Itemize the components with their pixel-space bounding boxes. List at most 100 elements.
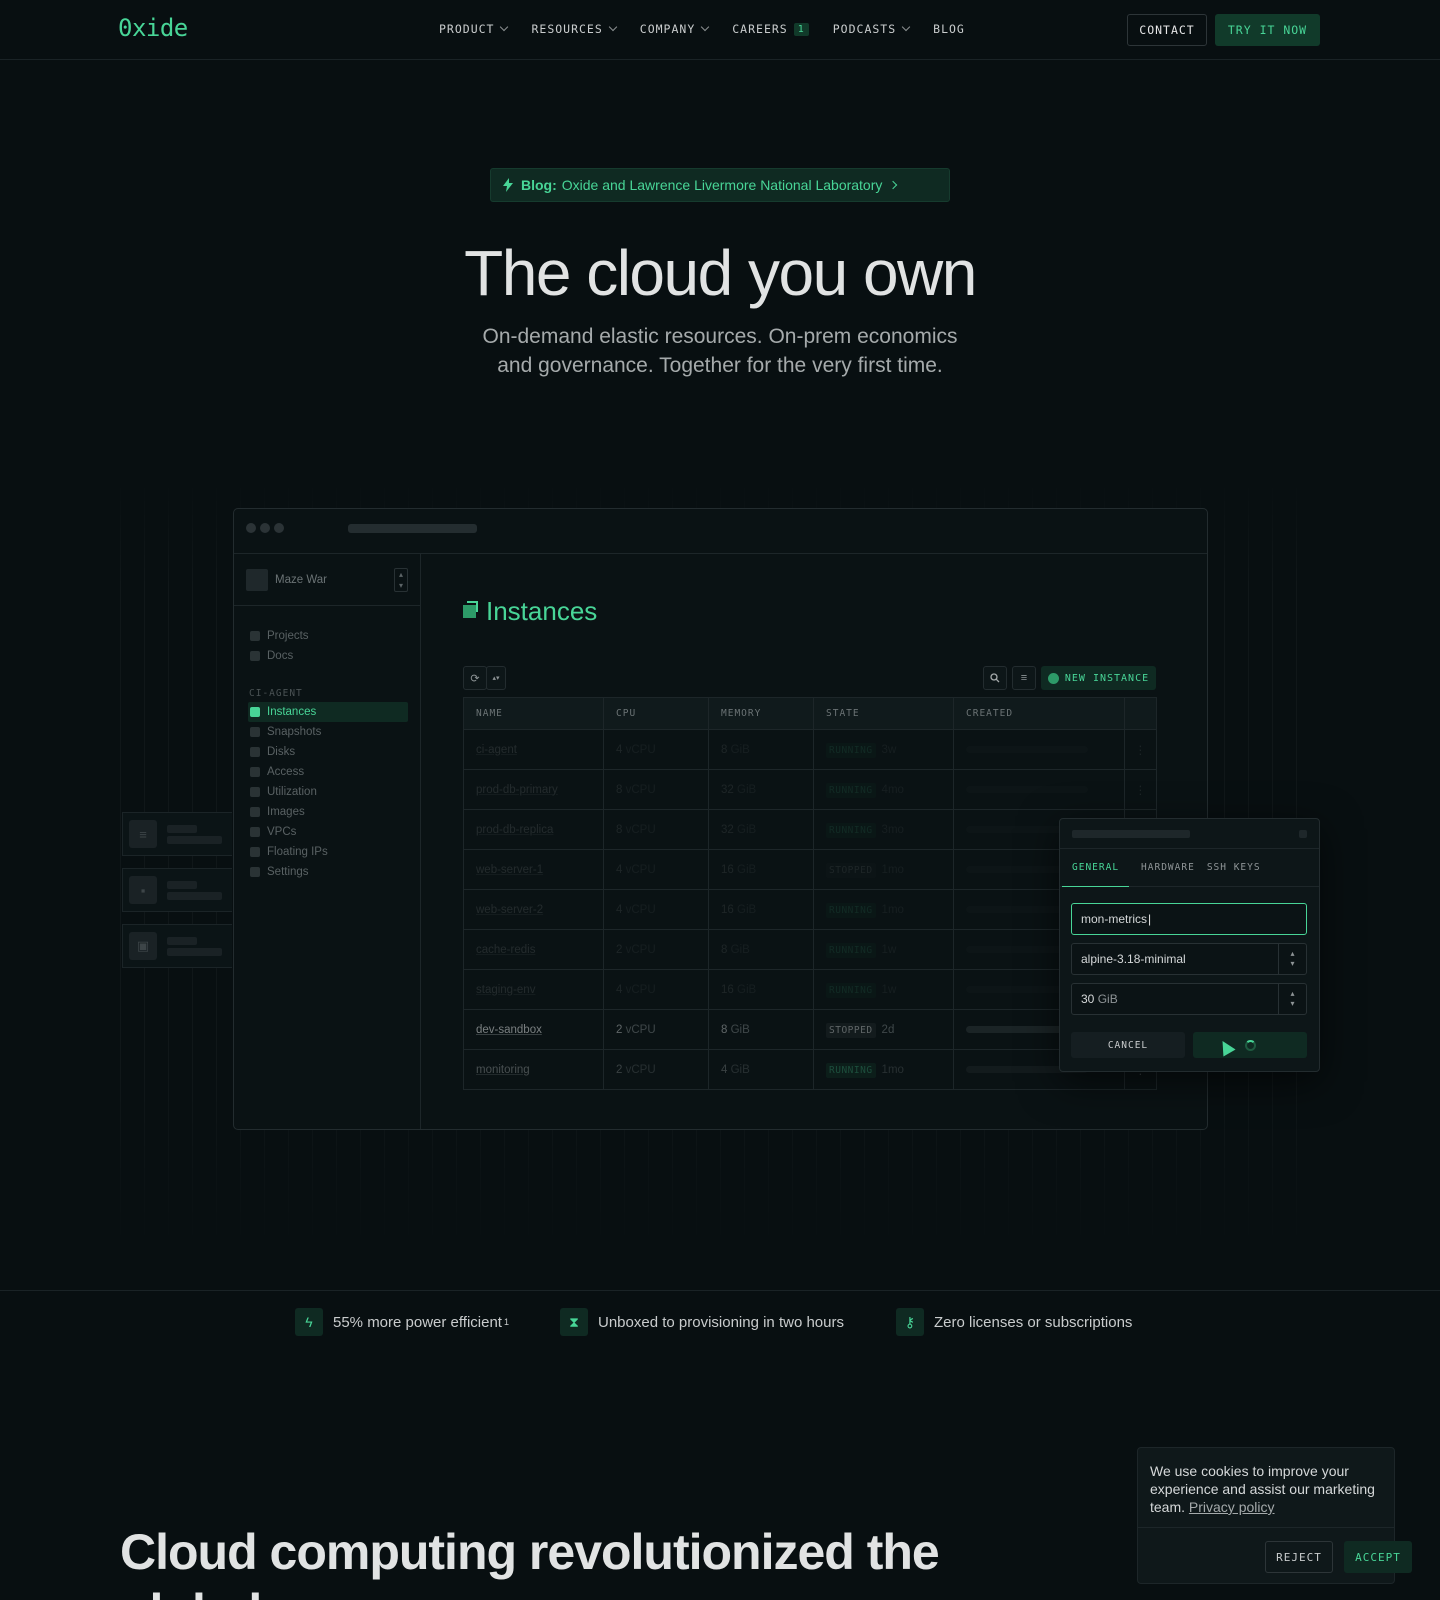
access-icon (250, 767, 260, 777)
status-badge: STOPPED (826, 862, 876, 878)
accept-cookies-button[interactable]: ACCEPT (1344, 1541, 1412, 1573)
footnote-marker[interactable]: 1 (504, 1317, 509, 1327)
hero-subtitle-line-1: On-demand elastic resources. On-prem eco… (482, 325, 958, 348)
nav-company[interactable]: COMPANY (639, 22, 710, 36)
sidebar-item-projects[interactable]: Projects (234, 626, 420, 646)
hero-title: The cloud you own (464, 237, 977, 309)
try-it-now-button[interactable]: TRY IT NOW (1215, 14, 1320, 46)
cpu-unit: vCPU (625, 903, 656, 916)
instance-name-link[interactable]: prod-db-replica (463, 809, 604, 850)
stepper-arrows-icon[interactable]: ▴ ▾ (1278, 984, 1306, 1014)
table-row[interactable]: web-server-24 vCPU16 GiBRUNNING1mo⋮ (463, 889, 1157, 930)
table-row[interactable]: monitoring2 vCPU4 GiBRUNNING1mo⋮ (463, 1049, 1157, 1090)
instance-name-input[interactable]: mon-metrics | (1071, 903, 1307, 935)
instance-name-value: mon-metrics (1081, 912, 1148, 926)
disk-size-stepper[interactable]: 30 GiB ▴ ▾ (1071, 983, 1307, 1015)
oxide-logo[interactable]: 0xide (118, 14, 188, 42)
table-row[interactable]: web-server-14 vCPU16 GiBSTOPPED1mo⋮ (463, 849, 1157, 890)
instance-name-link[interactable]: cache-redis (463, 929, 604, 970)
created-placeholder (966, 785, 1088, 793)
new-instance-button[interactable]: NEW INSTANCE (1041, 666, 1156, 690)
search-icon (990, 673, 1000, 683)
loading-spinner-icon (1244, 1039, 1256, 1051)
nav-careers[interactable]: CAREERS 1 (732, 22, 809, 36)
column-header[interactable]: CREATED (953, 697, 1125, 730)
image-select[interactable]: alpine-3.18-minimal ▴ ▾ (1071, 943, 1307, 975)
sidebar-item-utilization[interactable]: Utilization (234, 782, 420, 802)
sidebar-item-access[interactable]: Access (234, 762, 420, 782)
nav-company-label: COMPANY (639, 22, 696, 36)
column-header[interactable]: CPU (603, 697, 709, 730)
blog-announcement-link[interactable]: Blog: Oxide and Lawrence Livermore Natio… (490, 168, 950, 202)
sidebar-item-docs[interactable]: Docs (234, 646, 420, 666)
memory-unit: GiB (737, 823, 757, 836)
memory-unit: GiB (737, 903, 757, 916)
submit-button[interactable] (1193, 1032, 1307, 1058)
tab-hardware[interactable]: HARDWARE (1141, 849, 1195, 887)
memory-value: 8 (721, 1023, 728, 1036)
disk-size-unit: GiB (1097, 992, 1118, 1006)
nav-resources[interactable]: RESOURCES (531, 22, 618, 36)
sidebar-item-disks[interactable]: Disks (234, 742, 420, 762)
row-actions-button[interactable]: ⋮ (1124, 769, 1157, 810)
nav-product[interactable]: PRODUCT (439, 22, 509, 36)
instance-name-link[interactable]: monitoring (463, 1049, 604, 1090)
privacy-policy-link[interactable]: Privacy policy (1189, 1499, 1275, 1515)
table-row[interactable]: prod-db-primary 8 vCPU 32 GiB RUNNING 4mo ⋮ (463, 769, 1157, 810)
search-button[interactable] (983, 666, 1007, 690)
table-row[interactable]: dev-sandbox2 vCPU8 GiBSTOPPED2d⋮ (463, 1009, 1157, 1050)
nav-podcasts[interactable]: PODCASTS (833, 22, 911, 36)
instance-name-link[interactable]: web-server-1 (463, 849, 604, 890)
memory-value: 16 (721, 903, 734, 916)
memory-value: 16 (721, 863, 734, 876)
side-card-stub: ▣ (122, 924, 232, 968)
sidebar-item-floating-ips[interactable]: Floating IPs (234, 842, 420, 862)
sidebar-item-vpcs[interactable]: VPCs (234, 822, 420, 842)
feature-text: Unboxed to provisioning in two hours (598, 1313, 844, 1331)
sidebar-item-settings[interactable]: Settings (234, 862, 420, 882)
sidebar-item-snapshots[interactable]: Snapshots (234, 722, 420, 742)
org-switcher[interactable]: Maze War ▴ ▾ (234, 554, 420, 606)
chevron-right-icon (889, 180, 898, 190)
table-row[interactable]: cache-redis2 vCPU8 GiBRUNNING1w⋮ (463, 929, 1157, 970)
table-row[interactable]: prod-db-replica8 vCPU32 GiBRUNNING3mo⋮ (463, 809, 1157, 850)
filter-button[interactable]: ≡ (1012, 666, 1036, 690)
memory-cell: 8 GiB (708, 929, 814, 970)
url-bar (348, 524, 477, 533)
cpu-unit: vCPU (625, 1023, 656, 1036)
column-header[interactable]: NAME (463, 697, 604, 730)
hero-subtitle-line-2: and governance. Together for the very fi… (497, 354, 943, 377)
new-instance-label: NEW INSTANCE (1064, 672, 1150, 684)
cpu-unit: vCPU (625, 823, 656, 836)
table-row[interactable]: staging-env4 vCPU16 GiBRUNNING1w⋮ (463, 969, 1157, 1010)
refresh-button[interactable]: ⟳ (463, 666, 487, 690)
column-header[interactable]: MEMORY (708, 697, 814, 730)
instance-name-link[interactable]: dev-sandbox (463, 1009, 604, 1050)
row-actions-button[interactable]: ⋮ (1124, 729, 1157, 770)
contact-button[interactable]: CONTACT (1127, 14, 1207, 46)
cancel-button[interactable]: CANCEL (1071, 1032, 1185, 1058)
cpu-cell: 8 vCPU (603, 769, 709, 810)
tab-general[interactable]: GENERAL (1062, 849, 1130, 887)
created-cell (953, 729, 1125, 770)
window-titlebar (234, 509, 1207, 554)
sort-toggle[interactable]: ▴▾ (486, 666, 506, 690)
instance-name-link[interactable]: prod-db-primary (463, 769, 604, 810)
status-badge: RUNNING (826, 742, 876, 758)
close-icon[interactable] (1299, 830, 1307, 838)
instance-name-link[interactable]: web-server-2 (463, 889, 604, 930)
refresh-icon: ⟳ (470, 672, 480, 685)
sidebar-item-instances[interactable]: Instances (248, 702, 408, 722)
page-title: Instances (463, 596, 597, 627)
instance-name-link[interactable]: staging-env (463, 969, 604, 1010)
nav-blog[interactable]: BLOG (933, 22, 965, 36)
more-vertical-icon: ⋮ (1134, 784, 1147, 797)
document-icon (250, 651, 260, 661)
instance-name-link[interactable]: ci-agent (463, 729, 604, 770)
table-row[interactable]: ci-agent 4 vCPU 8 GiB RUNNING 3w ⋮ (463, 729, 1157, 770)
reject-cookies-button[interactable]: REJECT (1265, 1541, 1333, 1573)
column-header[interactable]: STATE (813, 697, 954, 730)
tab-ssh-keys[interactable]: SSH KEYS (1207, 849, 1261, 887)
features-strip: ϟ 55% more power efficient 1 ⧗ Unboxed to p… (0, 1290, 1440, 1352)
sidebar-item-images[interactable]: Images (234, 802, 420, 822)
